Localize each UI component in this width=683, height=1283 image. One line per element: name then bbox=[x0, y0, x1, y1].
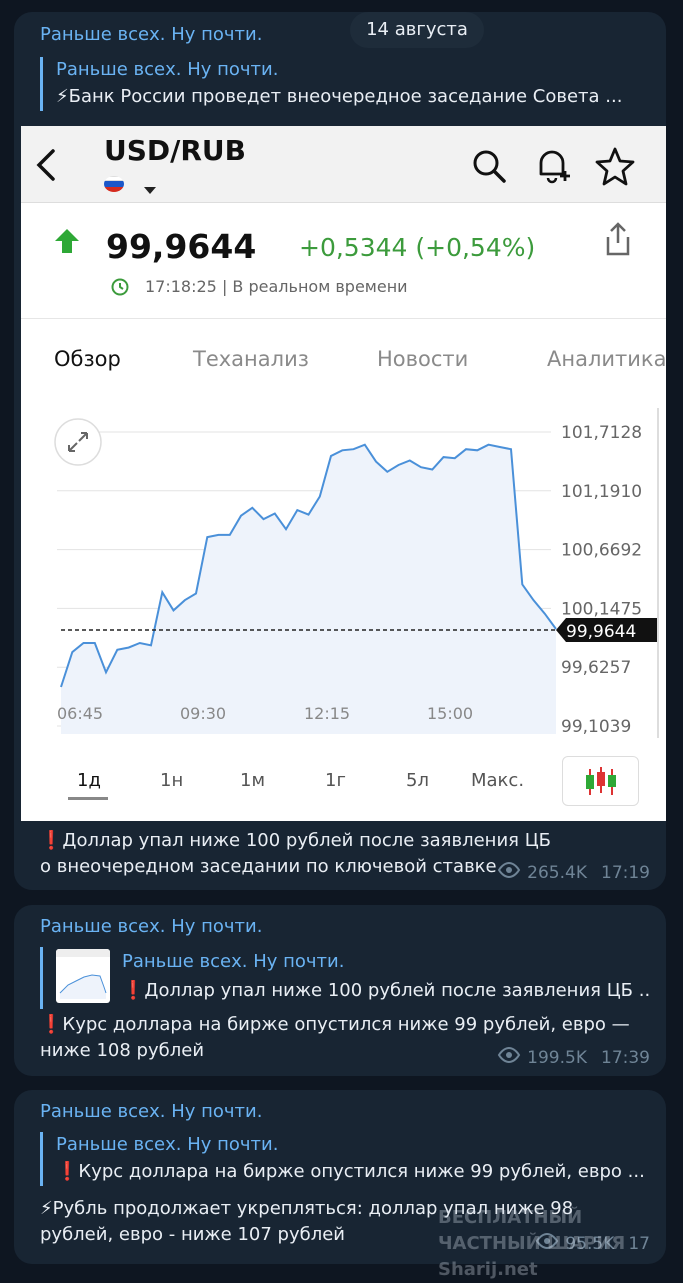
y-tick-label: 99,1039 bbox=[561, 717, 631, 737]
message-time: 17:39 bbox=[601, 1047, 650, 1068]
pair-title: USD/RUB bbox=[104, 134, 247, 167]
candlestick-icon bbox=[586, 767, 616, 795]
reply-text: ❗Курс доллара на бирже опустился ниже 99… bbox=[56, 1161, 645, 1182]
star-icon[interactable] bbox=[595, 146, 635, 190]
watermark: БЕСПЛАТНЫЙ ЧАСТНЫЙ ШАРИЯ Sharij.net bbox=[438, 1207, 626, 1280]
attached-screenshot[interactable]: USD/RUB 99,9644 +0,5344 (+0,54%) 17:18:2… bbox=[21, 126, 666, 821]
period-1d[interactable]: 1д bbox=[77, 770, 101, 791]
current-price: 99,9644 bbox=[106, 227, 257, 266]
reply-sender: Раньше всех. Ну почти. bbox=[122, 951, 345, 972]
y-tick-label: 99,6257 bbox=[561, 658, 631, 678]
eye-icon bbox=[497, 861, 521, 883]
reply-quote[interactable]: Раньше всех. Ну почти. ⚡Банк России пров… bbox=[40, 57, 655, 111]
sender-name[interactable]: Раньше всех. Ну почти. bbox=[40, 916, 262, 937]
clock-icon bbox=[111, 278, 129, 300]
eye-icon bbox=[497, 1046, 521, 1068]
period-1m[interactable]: 1м bbox=[240, 770, 265, 791]
y-tick-label: 100,6692 bbox=[561, 541, 642, 561]
timestamp: 17:18:25 | В реальном времени bbox=[145, 277, 408, 296]
message-bubble-3[interactable]: Раньше всех. Ну почти. Раньше всех. Ну п… bbox=[14, 1090, 666, 1280]
reply-text: ❗Доллар упал ниже 100 рублей после заявл… bbox=[122, 980, 652, 1001]
period-5y[interactable]: 5л bbox=[406, 770, 429, 791]
view-count: 265.4K bbox=[527, 862, 587, 883]
period-1y[interactable]: 1г bbox=[325, 770, 346, 791]
share-icon[interactable] bbox=[603, 221, 633, 261]
tab-news[interactable]: Новости bbox=[377, 347, 468, 371]
app-header: USD/RUB bbox=[21, 126, 666, 203]
reply-quote[interactable]: Раньше всех. Ну почти. ❗Курс доллара на … bbox=[40, 1132, 655, 1186]
message-text: ❗Доллар упал ниже 100 рублей после заявл… bbox=[40, 830, 552, 877]
sender-name[interactable]: Раньше всех. Ну почти. bbox=[40, 24, 262, 45]
date-pill: 14 августа bbox=[350, 12, 484, 48]
expand-button-bg bbox=[54, 418, 102, 466]
x-tick-label: 06:45 bbox=[57, 704, 103, 723]
price-chart[interactable]: 101,7128 101,1910 100,6692 100,1475 99,6257 9… bbox=[21, 398, 666, 821]
y-tick-label: 100,1475 bbox=[561, 599, 642, 619]
tab-overview[interactable]: Обзор bbox=[54, 347, 121, 371]
reply-thumbnail bbox=[56, 949, 110, 1003]
tab-bar: Обзор Теханализ Новости Аналитика bbox=[21, 318, 666, 398]
tab-techanalysis[interactable]: Теханализ bbox=[193, 347, 309, 371]
y-tick-label: 101,7128 bbox=[561, 423, 642, 443]
x-tick-label: 12:15 bbox=[304, 704, 350, 723]
view-count: 199.5K bbox=[527, 1047, 587, 1068]
reply-quote[interactable]: Раньше всех. Ну почти. ❗Доллар упал ниже… bbox=[40, 947, 652, 1009]
x-tick-label: 09:30 bbox=[180, 704, 226, 723]
message-meta: 199.5K 17:39 bbox=[497, 1046, 650, 1068]
y-tick-label: 101,1910 bbox=[561, 482, 642, 502]
search-icon[interactable] bbox=[471, 148, 507, 188]
x-tick-label: 15:00 bbox=[427, 704, 473, 723]
message-meta: 265.4K 17:19 bbox=[497, 861, 650, 883]
bell-plus-icon[interactable] bbox=[533, 146, 573, 190]
reply-sender: Раньше всех. Ну почти. bbox=[56, 1134, 279, 1155]
period-1w[interactable]: 1н bbox=[160, 770, 183, 791]
period-max[interactable]: Макс. bbox=[471, 770, 524, 791]
chart-area bbox=[61, 444, 556, 734]
up-arrow-icon bbox=[54, 227, 80, 259]
russia-flag-icon bbox=[104, 176, 124, 192]
reply-sender: Раньше всех. Ну почти. bbox=[56, 59, 279, 80]
message-time: 17:19 bbox=[601, 862, 650, 883]
period-underline bbox=[68, 797, 108, 800]
candlestick-toggle[interactable] bbox=[562, 756, 639, 806]
back-arrow-icon[interactable] bbox=[33, 148, 59, 186]
reply-text: ⚡Банк России проведет внеочередное засед… bbox=[56, 86, 623, 107]
sender-name[interactable]: Раньше всех. Ну почти. bbox=[40, 1101, 262, 1122]
price-change: +0,5344 (+0,54%) bbox=[299, 233, 536, 262]
message-bubble-2[interactable]: Раньше всех. Ну почти. Раньше всех. Ну п… bbox=[14, 905, 666, 1076]
current-price-tag: 99,9644 bbox=[566, 622, 636, 642]
tab-analytics[interactable]: Аналитика bbox=[547, 347, 666, 371]
chevron-down-icon[interactable] bbox=[144, 180, 156, 199]
